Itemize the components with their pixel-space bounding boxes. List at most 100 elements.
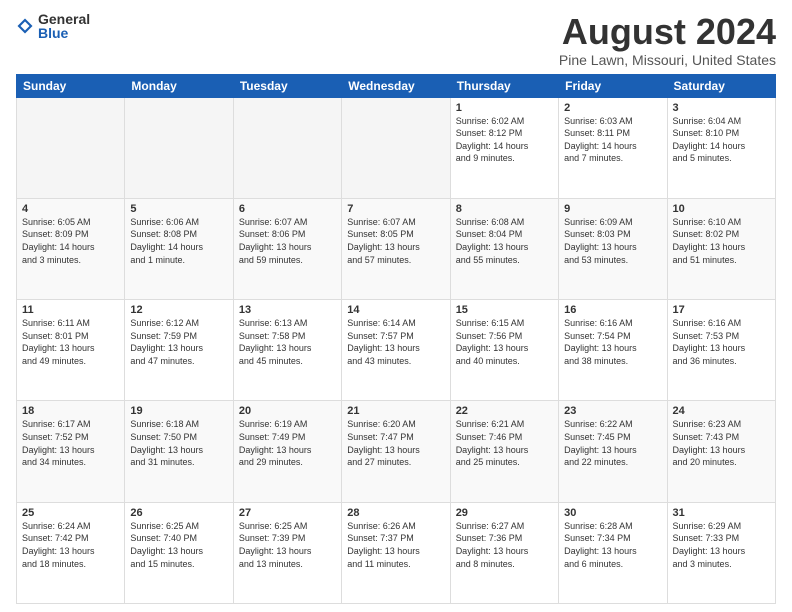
day-info: Sunrise: 6:04 AM Sunset: 8:10 PM Dayligh… [673,115,770,165]
col-tuesday: Tuesday [233,74,341,97]
day-number: 22 [456,405,553,417]
day-info: Sunrise: 6:14 AM Sunset: 7:57 PM Dayligh… [347,317,444,367]
calendar-cell-w2-d6: 17Sunrise: 6:16 AM Sunset: 7:53 PM Dayli… [667,300,775,401]
day-info: Sunrise: 6:19 AM Sunset: 7:49 PM Dayligh… [239,418,336,468]
day-info: Sunrise: 6:07 AM Sunset: 8:06 PM Dayligh… [239,216,336,266]
calendar-cell-w3-d3: 21Sunrise: 6:20 AM Sunset: 7:47 PM Dayli… [342,401,450,502]
subtitle: Pine Lawn, Missouri, United States [559,52,776,68]
day-number: 26 [130,507,227,519]
day-info: Sunrise: 6:25 AM Sunset: 7:40 PM Dayligh… [130,520,227,570]
calendar-cell-w1-d2: 6Sunrise: 6:07 AM Sunset: 8:06 PM Daylig… [233,198,341,299]
calendar-cell-w2-d0: 11Sunrise: 6:11 AM Sunset: 8:01 PM Dayli… [17,300,125,401]
col-friday: Friday [559,74,667,97]
day-number: 30 [564,507,661,519]
calendar-cell-w2-d4: 15Sunrise: 6:15 AM Sunset: 7:56 PM Dayli… [450,300,558,401]
page: General Blue August 2024 Pine Lawn, Miss… [0,0,792,612]
day-number: 17 [673,304,770,316]
day-number: 23 [564,405,661,417]
day-info: Sunrise: 6:03 AM Sunset: 8:11 PM Dayligh… [564,115,661,165]
header: General Blue August 2024 Pine Lawn, Miss… [16,12,776,68]
day-number: 27 [239,507,336,519]
col-wednesday: Wednesday [342,74,450,97]
logo-blue-text: Blue [38,26,90,40]
col-thursday: Thursday [450,74,558,97]
day-number: 12 [130,304,227,316]
day-info: Sunrise: 6:17 AM Sunset: 7:52 PM Dayligh… [22,418,119,468]
calendar-cell-w0-d3 [342,97,450,198]
calendar-cell-w1-d4: 8Sunrise: 6:08 AM Sunset: 8:04 PM Daylig… [450,198,558,299]
day-info: Sunrise: 6:02 AM Sunset: 8:12 PM Dayligh… [456,115,553,165]
week-row-0: 1Sunrise: 6:02 AM Sunset: 8:12 PM Daylig… [17,97,776,198]
calendar-cell-w0-d2 [233,97,341,198]
day-number: 10 [673,203,770,215]
calendar-cell-w2-d3: 14Sunrise: 6:14 AM Sunset: 7:57 PM Dayli… [342,300,450,401]
calendar-cell-w0-d6: 3Sunrise: 6:04 AM Sunset: 8:10 PM Daylig… [667,97,775,198]
day-number: 18 [22,405,119,417]
day-info: Sunrise: 6:20 AM Sunset: 7:47 PM Dayligh… [347,418,444,468]
day-info: Sunrise: 6:09 AM Sunset: 8:03 PM Dayligh… [564,216,661,266]
day-number: 13 [239,304,336,316]
calendar-cell-w1-d5: 9Sunrise: 6:09 AM Sunset: 8:03 PM Daylig… [559,198,667,299]
calendar-cell-w1-d3: 7Sunrise: 6:07 AM Sunset: 8:05 PM Daylig… [342,198,450,299]
day-number: 31 [673,507,770,519]
calendar-cell-w0-d0 [17,97,125,198]
day-number: 28 [347,507,444,519]
day-info: Sunrise: 6:16 AM Sunset: 7:54 PM Dayligh… [564,317,661,367]
calendar-cell-w4-d1: 26Sunrise: 6:25 AM Sunset: 7:40 PM Dayli… [125,502,233,603]
day-number: 9 [564,203,661,215]
day-info: Sunrise: 6:18 AM Sunset: 7:50 PM Dayligh… [130,418,227,468]
logo-text: General Blue [38,12,90,40]
day-info: Sunrise: 6:24 AM Sunset: 7:42 PM Dayligh… [22,520,119,570]
calendar-cell-w4-d0: 25Sunrise: 6:24 AM Sunset: 7:42 PM Dayli… [17,502,125,603]
week-row-4: 25Sunrise: 6:24 AM Sunset: 7:42 PM Dayli… [17,502,776,603]
day-info: Sunrise: 6:11 AM Sunset: 8:01 PM Dayligh… [22,317,119,367]
main-title: August 2024 [559,12,776,52]
calendar-cell-w4-d2: 27Sunrise: 6:25 AM Sunset: 7:39 PM Dayli… [233,502,341,603]
calendar-cell-w0-d5: 2Sunrise: 6:03 AM Sunset: 8:11 PM Daylig… [559,97,667,198]
calendar-cell-w4-d5: 30Sunrise: 6:28 AM Sunset: 7:34 PM Dayli… [559,502,667,603]
logo: General Blue [16,12,90,40]
calendar-body: 1Sunrise: 6:02 AM Sunset: 8:12 PM Daylig… [17,97,776,603]
calendar-cell-w4-d3: 28Sunrise: 6:26 AM Sunset: 7:37 PM Dayli… [342,502,450,603]
calendar-cell-w0-d4: 1Sunrise: 6:02 AM Sunset: 8:12 PM Daylig… [450,97,558,198]
day-info: Sunrise: 6:15 AM Sunset: 7:56 PM Dayligh… [456,317,553,367]
day-number: 7 [347,203,444,215]
day-info: Sunrise: 6:22 AM Sunset: 7:45 PM Dayligh… [564,418,661,468]
calendar-cell-w1-d1: 5Sunrise: 6:06 AM Sunset: 8:08 PM Daylig… [125,198,233,299]
day-number: 15 [456,304,553,316]
col-saturday: Saturday [667,74,775,97]
calendar-cell-w3-d6: 24Sunrise: 6:23 AM Sunset: 7:43 PM Dayli… [667,401,775,502]
calendar-cell-w3-d4: 22Sunrise: 6:21 AM Sunset: 7:46 PM Dayli… [450,401,558,502]
calendar-cell-w3-d2: 20Sunrise: 6:19 AM Sunset: 7:49 PM Dayli… [233,401,341,502]
day-info: Sunrise: 6:06 AM Sunset: 8:08 PM Dayligh… [130,216,227,266]
calendar-cell-w2-d5: 16Sunrise: 6:16 AM Sunset: 7:54 PM Dayli… [559,300,667,401]
calendar-cell-w3-d5: 23Sunrise: 6:22 AM Sunset: 7:45 PM Dayli… [559,401,667,502]
day-number: 3 [673,102,770,114]
col-sunday: Sunday [17,74,125,97]
week-row-1: 4Sunrise: 6:05 AM Sunset: 8:09 PM Daylig… [17,198,776,299]
day-info: Sunrise: 6:28 AM Sunset: 7:34 PM Dayligh… [564,520,661,570]
day-number: 14 [347,304,444,316]
calendar-cell-w2-d2: 13Sunrise: 6:13 AM Sunset: 7:58 PM Dayli… [233,300,341,401]
calendar-cell-w4-d6: 31Sunrise: 6:29 AM Sunset: 7:33 PM Dayli… [667,502,775,603]
col-monday: Monday [125,74,233,97]
day-info: Sunrise: 6:08 AM Sunset: 8:04 PM Dayligh… [456,216,553,266]
calendar-cell-w1-d0: 4Sunrise: 6:05 AM Sunset: 8:09 PM Daylig… [17,198,125,299]
calendar-cell-w1-d6: 10Sunrise: 6:10 AM Sunset: 8:02 PM Dayli… [667,198,775,299]
day-info: Sunrise: 6:26 AM Sunset: 7:37 PM Dayligh… [347,520,444,570]
day-number: 24 [673,405,770,417]
calendar-cell-w3-d1: 19Sunrise: 6:18 AM Sunset: 7:50 PM Dayli… [125,401,233,502]
day-number: 8 [456,203,553,215]
day-number: 19 [130,405,227,417]
calendar-table: Sunday Monday Tuesday Wednesday Thursday… [16,74,776,604]
day-info: Sunrise: 6:21 AM Sunset: 7:46 PM Dayligh… [456,418,553,468]
calendar-cell-w0-d1 [125,97,233,198]
day-info: Sunrise: 6:05 AM Sunset: 8:09 PM Dayligh… [22,216,119,266]
day-number: 25 [22,507,119,519]
day-number: 4 [22,203,119,215]
day-number: 20 [239,405,336,417]
day-info: Sunrise: 6:12 AM Sunset: 7:59 PM Dayligh… [130,317,227,367]
logo-icon [16,17,34,35]
calendar-cell-w2-d1: 12Sunrise: 6:12 AM Sunset: 7:59 PM Dayli… [125,300,233,401]
week-row-2: 11Sunrise: 6:11 AM Sunset: 8:01 PM Dayli… [17,300,776,401]
